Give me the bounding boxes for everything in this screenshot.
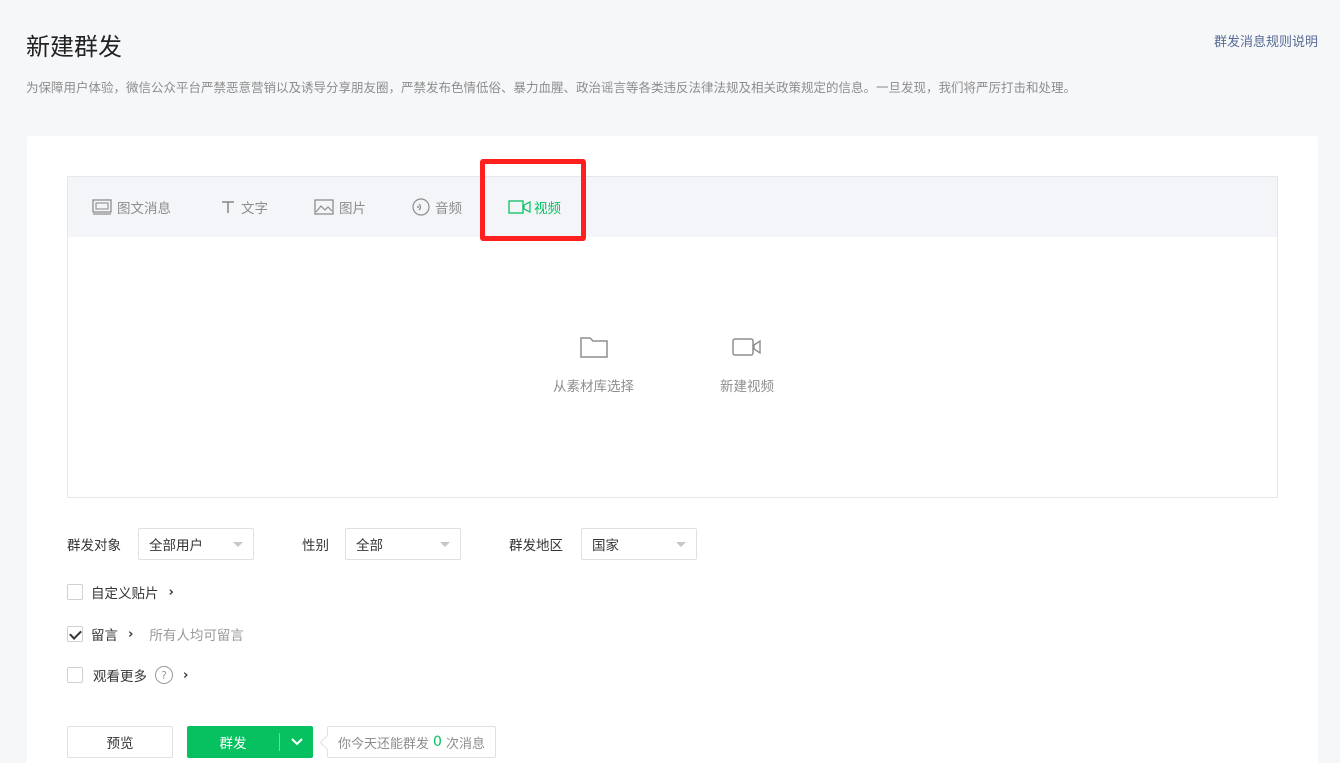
gender-label: 性别 bbox=[302, 538, 329, 554]
caret-down-icon bbox=[233, 541, 243, 547]
audio-icon bbox=[412, 198, 430, 216]
custom-sticker-row: 自定义贴片 › bbox=[67, 582, 174, 602]
region-label: 群发地区 bbox=[509, 538, 563, 554]
region-select[interactable]: 国家 bbox=[581, 528, 697, 560]
chevron-down-icon[interactable] bbox=[280, 738, 313, 746]
comments-checkbox[interactable] bbox=[67, 626, 83, 642]
region-value: 国家 bbox=[592, 538, 619, 554]
quota-count: 0 bbox=[433, 734, 442, 750]
send-quota-tip: 你今天还能群发 0 次消息 bbox=[327, 726, 496, 758]
select-from-library-option[interactable]: 从素材库选择 bbox=[553, 335, 634, 395]
editor-body: 从素材库选择 新建视频 bbox=[68, 237, 1277, 497]
comments-hint: 所有人均可留言 bbox=[149, 628, 244, 644]
notice-text: 为保障用户体验，微信公众平台严禁恶意营销以及诱导分享朋友圈，严禁发布色情低俗、暴… bbox=[26, 80, 1077, 95]
send-button[interactable]: 群发 bbox=[187, 726, 313, 758]
message-editor: 图文消息 文字 图片 音频 视频 从素材库选择 新建视频 bbox=[67, 159, 1278, 498]
article-icon bbox=[92, 199, 112, 215]
see-more-label: 观看更多 bbox=[93, 669, 147, 685]
gender-value: 全部 bbox=[356, 538, 383, 554]
image-icon bbox=[314, 199, 334, 215]
compose-card: 图文消息 文字 图片 音频 视频 从素材库选择 新建视频 群发对象 全部用户 性… bbox=[27, 136, 1318, 763]
new-video-option[interactable]: 新建视频 bbox=[720, 335, 774, 395]
tab-text[interactable]: 文字 bbox=[220, 177, 268, 237]
quota-prefix: 你今天还能群发 bbox=[338, 736, 430, 752]
see-more-row: 观看更多 ? › bbox=[67, 665, 188, 685]
select-from-library-label: 从素材库选择 bbox=[553, 379, 634, 395]
video-camera-icon bbox=[732, 335, 762, 363]
chevron-right-icon[interactable]: › bbox=[169, 585, 174, 600]
tab-image[interactable]: 图片 bbox=[314, 177, 366, 237]
comments-row: 留言 › 所有人均可留言 bbox=[67, 624, 244, 644]
tab-article-label: 图文消息 bbox=[117, 201, 171, 217]
message-type-tabs: 图文消息 文字 图片 音频 视频 bbox=[68, 159, 1277, 241]
chevron-right-icon[interactable]: › bbox=[128, 627, 133, 642]
help-icon[interactable]: ? bbox=[155, 666, 173, 684]
see-more-checkbox[interactable] bbox=[67, 667, 83, 683]
caret-down-icon bbox=[676, 541, 686, 547]
target-select[interactable]: 全部用户 bbox=[138, 528, 254, 560]
custom-sticker-label: 自定义贴片 bbox=[91, 586, 159, 602]
rules-link[interactable]: 群发消息规则说明 bbox=[1214, 31, 1318, 50]
preview-button[interactable]: 预览 bbox=[67, 726, 173, 758]
target-value: 全部用户 bbox=[149, 538, 203, 554]
tab-video[interactable]: 视频 bbox=[508, 177, 561, 237]
send-button-label: 群发 bbox=[219, 736, 247, 752]
text-icon bbox=[220, 199, 236, 215]
chevron-right-icon[interactable]: › bbox=[183, 668, 188, 683]
tab-image-label: 图片 bbox=[339, 201, 366, 217]
tab-article[interactable]: 图文消息 bbox=[92, 177, 171, 237]
folder-icon bbox=[579, 335, 609, 363]
caret-down-icon bbox=[440, 541, 450, 547]
tab-audio[interactable]: 音频 bbox=[412, 177, 462, 237]
page-title: 新建群发 bbox=[26, 33, 122, 61]
tab-video-label: 视频 bbox=[534, 201, 561, 217]
quota-suffix: 次消息 bbox=[445, 736, 485, 752]
custom-sticker-checkbox[interactable] bbox=[67, 584, 83, 600]
comments-label: 留言 bbox=[91, 628, 118, 644]
tab-audio-label: 音频 bbox=[435, 201, 462, 217]
tab-text-label: 文字 bbox=[241, 201, 268, 217]
target-label: 群发对象 bbox=[67, 538, 121, 554]
video-icon bbox=[508, 199, 532, 215]
gender-select[interactable]: 全部 bbox=[345, 528, 461, 560]
new-video-label: 新建视频 bbox=[720, 379, 774, 395]
